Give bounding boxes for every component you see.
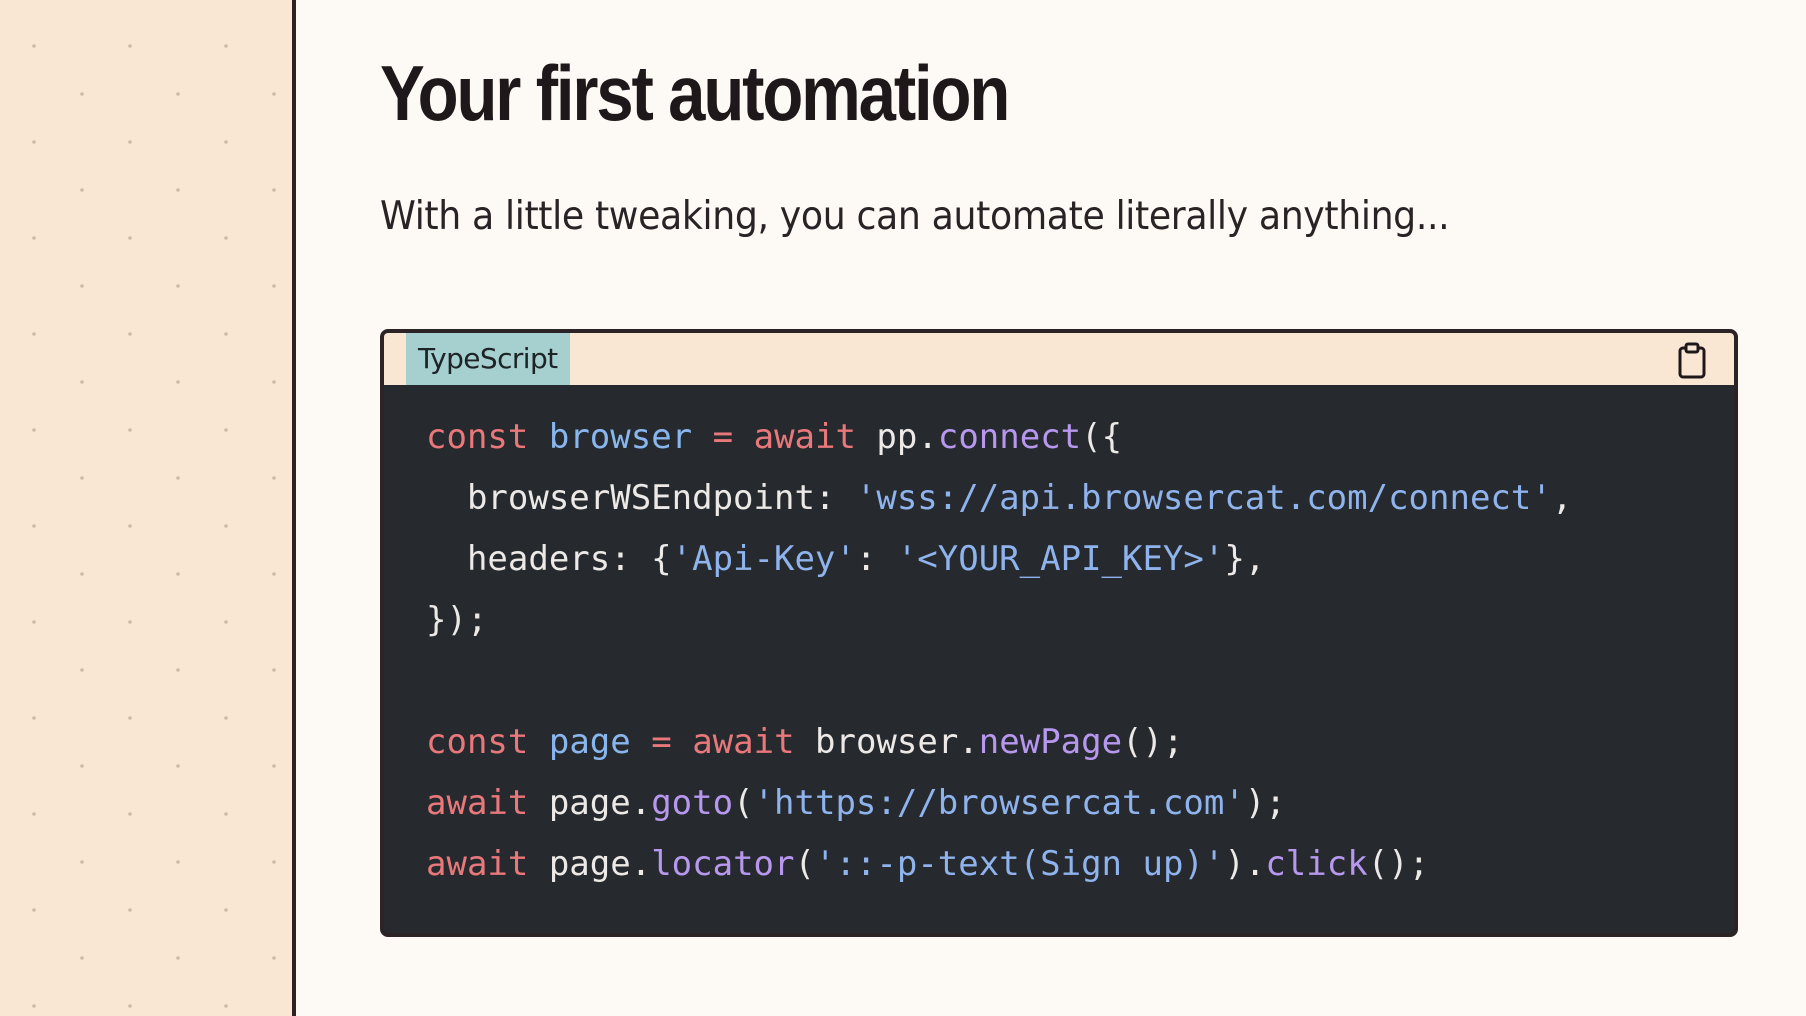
code-line: await page.goto('https://browsercat.com'… (426, 773, 1734, 834)
code-token-fn: connect (937, 417, 1082, 457)
code-token-fn: goto (651, 783, 734, 823)
code-token-plain: ({ (1081, 417, 1123, 457)
code-line: const page = await browser.newPage(); (426, 712, 1734, 773)
code-line: await page.locator('::-p-text(Sign up)')… (426, 834, 1734, 895)
main-content: Your first automation With a little twea… (296, 0, 1806, 1016)
code-token-plain: (); (1367, 844, 1430, 884)
code-token-plain: page. (528, 783, 652, 823)
code-token-plain: pp. (855, 417, 938, 457)
code-token-fn: locator (651, 844, 795, 884)
code-block-header: TypeScript (384, 333, 1734, 385)
code-block: TypeScript const browser = await pp.conn… (380, 329, 1738, 937)
code-token-str: '<YOUR_API_KEY>' (896, 539, 1225, 579)
code-token-fn: newPage (978, 722, 1123, 762)
code-token-kw: const (426, 417, 529, 457)
code-content[interactable]: const browser = await pp.connect({ brows… (384, 385, 1734, 895)
code-token-kw: await (426, 783, 529, 823)
code-token-str: 'Api-Key' (671, 539, 856, 579)
code-token-fn: click (1265, 844, 1368, 884)
code-token-plain: }, (1224, 539, 1266, 579)
sidebar-decorative-panel (0, 0, 296, 1016)
page-subtitle: With a little tweaking, you can automate… (380, 194, 1450, 239)
code-token-var: page (548, 722, 631, 762)
code-token-str: 'https://browsercat.com' (753, 783, 1245, 823)
language-label: TypeScript (406, 333, 570, 385)
code-token-plain: ); (1244, 783, 1286, 823)
code-token-plain: ( (794, 844, 815, 884)
code-token-kw: const (426, 722, 529, 762)
code-token-plain: }); (426, 600, 488, 640)
code-line: headers: {'Api-Key': '<YOUR_API_KEY>'}, (426, 529, 1734, 590)
code-token-plain: ( (733, 783, 754, 823)
code-token-plain: , (1551, 478, 1573, 518)
code-token-kw: await (753, 417, 856, 457)
page-title: Your first automation (380, 49, 1010, 137)
code-token-plain: ). (1224, 844, 1266, 884)
code-token-plain: browserWSEndpoint: (426, 478, 856, 518)
code-token-kw: await (692, 722, 795, 762)
code-token-kw: await (426, 844, 529, 884)
code-line: browserWSEndpoint: 'wss://api.browsercat… (426, 468, 1734, 529)
code-token-plain: : (855, 539, 897, 579)
code-token-plain: browser. (794, 722, 979, 762)
code-token-plain: page. (528, 844, 652, 884)
clipboard-icon[interactable] (1672, 341, 1712, 381)
code-token-op: = (712, 417, 734, 457)
code-token-plain: headers: { (426, 539, 672, 579)
code-token-str: '::-p-text(Sign up)' (814, 844, 1225, 884)
code-line: }); (426, 590, 1734, 651)
code-line: const browser = await pp.connect({ (426, 407, 1734, 468)
code-token-plain: (); (1122, 722, 1184, 762)
code-token-op: = (651, 722, 672, 762)
code-token-var: browser (548, 417, 693, 457)
code-token-str: 'wss://api.browsercat.com/connect' (855, 478, 1552, 518)
